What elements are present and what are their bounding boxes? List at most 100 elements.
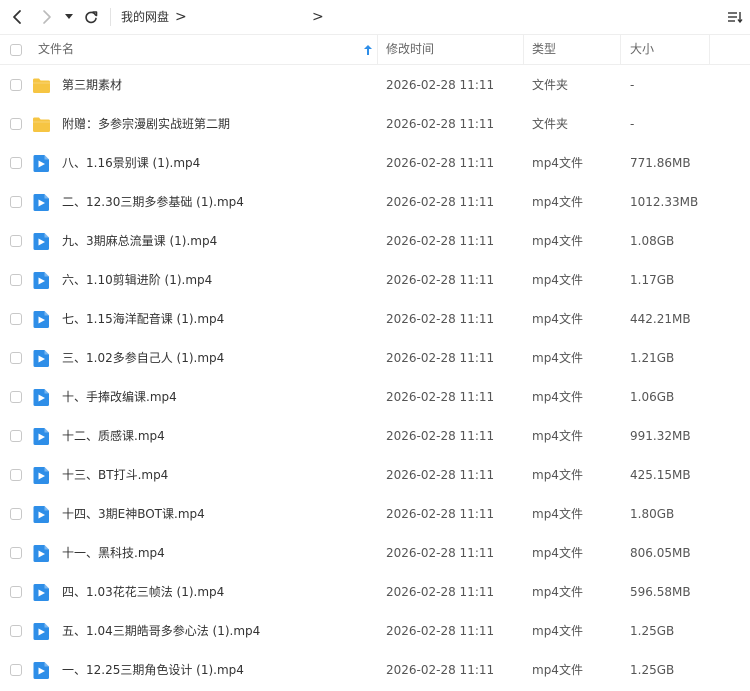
breadcrumb-expand-icon[interactable]: > <box>312 9 324 25</box>
row-checkbox[interactable] <box>10 157 22 169</box>
refresh-button[interactable] <box>80 6 102 28</box>
file-type: mp4文件 <box>532 468 583 482</box>
file-modified-time: 2026-02-28 11:11 <box>386 546 495 560</box>
file-name: 十二、质感课.mp4 <box>62 429 165 443</box>
column-header-modified[interactable]: 修改时间 <box>386 35 434 64</box>
row-checkbox[interactable] <box>10 508 22 520</box>
file-row[interactable]: 八、1.16景别课 (1).mp4 2026-02-28 11:11 mp4文件 77… <box>0 144 750 183</box>
row-checkbox[interactable] <box>10 196 22 208</box>
column-header-type[interactable]: 类型 <box>532 35 556 64</box>
row-checkbox[interactable] <box>10 469 22 481</box>
column-divider[interactable] <box>377 35 378 64</box>
toolbar-divider <box>110 8 111 26</box>
file-type: mp4文件 <box>532 507 583 521</box>
file-type: mp4文件 <box>532 429 583 443</box>
video-file-icon <box>32 661 51 680</box>
column-header-size[interactable]: 大小 <box>630 35 654 64</box>
video-file-icon <box>32 466 51 485</box>
file-modified-time: 2026-02-28 11:11 <box>386 390 495 404</box>
toolbar: 我的网盘 > > <box>0 0 750 34</box>
file-row[interactable]: 一、12.25三期角色设计 (1).mp4 2026-02-28 11:11 mp4… <box>0 651 750 690</box>
file-name: 四、1.03花花三帧法 (1).mp4 <box>62 585 225 599</box>
row-checkbox[interactable] <box>10 79 22 91</box>
file-size: 596.58MB <box>630 585 691 599</box>
file-modified-time: 2026-02-28 11:11 <box>386 663 495 677</box>
sort-ascending-icon[interactable] <box>363 44 373 56</box>
row-checkbox[interactable] <box>10 430 22 442</box>
chevron-right-icon <box>43 10 51 24</box>
file-row[interactable]: 附赠：多参宗漫剧实战班第二期 2026-02-28 11:11 文件夹 - <box>0 105 750 144</box>
file-size: 1.08GB <box>630 234 675 248</box>
file-row[interactable]: 四、1.03花花三帧法 (1).mp4 2026-02-28 11:11 mp4文件… <box>0 573 750 612</box>
breadcrumb-root[interactable]: 我的网盘 <box>121 8 169 26</box>
row-checkbox[interactable] <box>10 586 22 598</box>
file-list-header: 文件名 修改时间 类型 大小 <box>0 34 750 65</box>
file-type: mp4文件 <box>532 156 583 170</box>
row-checkbox[interactable] <box>10 235 22 247</box>
file-row[interactable]: 十一、黑科技.mp4 2026-02-28 11:11 mp4文件 806.05MB <box>0 534 750 573</box>
file-modified-time: 2026-02-28 11:11 <box>386 585 495 599</box>
back-button[interactable] <box>6 6 28 28</box>
file-row[interactable]: 三、1.02多参自己人 (1).mp4 2026-02-28 11:11 mp4文件… <box>0 339 750 378</box>
file-size: - <box>630 78 635 92</box>
file-row[interactable]: 第三期素材 2026-02-28 11:11 文件夹 - <box>0 66 750 105</box>
row-checkbox[interactable] <box>10 547 22 559</box>
file-type: mp4文件 <box>532 624 583 638</box>
video-file-icon <box>32 583 51 602</box>
file-name: 五、1.04三期皓哥多参心法 (1).mp4 <box>62 624 261 638</box>
folder-icon <box>32 76 51 95</box>
file-row[interactable]: 十二、质感课.mp4 2026-02-28 11:11 mp4文件 991.32MB <box>0 417 750 456</box>
file-type: mp4文件 <box>532 312 583 326</box>
file-row[interactable]: 六、1.10剪辑进阶 (1).mp4 2026-02-28 11:11 mp4文件 1… <box>0 261 750 300</box>
dropdown-caret-icon <box>65 14 73 19</box>
row-checkbox[interactable] <box>10 352 22 364</box>
file-name: 附赠：多参宗漫剧实战班第二期 <box>62 117 231 131</box>
file-type: 文件夹 <box>532 117 569 131</box>
column-divider[interactable] <box>620 35 621 64</box>
row-checkbox[interactable] <box>10 118 22 130</box>
breadcrumb-chevron-icon[interactable]: > <box>175 9 187 25</box>
video-file-icon <box>32 310 51 329</box>
file-row[interactable]: 二、12.30三期多参基础 (1).mp4 2026-02-28 11:11 mp4… <box>0 183 750 222</box>
file-name: 九、3期麻总流量课 (1).mp4 <box>62 234 218 248</box>
file-name: 十一、黑科技.mp4 <box>62 546 165 560</box>
video-file-icon <box>32 154 51 173</box>
row-checkbox[interactable] <box>10 391 22 403</box>
file-row[interactable]: 十三、BT打斗.mp4 2026-02-28 11:11 mp4文件 425.15MB <box>0 456 750 495</box>
file-modified-time: 2026-02-28 11:11 <box>386 156 495 170</box>
column-header-name[interactable]: 文件名 <box>38 35 74 64</box>
video-file-icon <box>32 271 51 290</box>
row-checkbox[interactable] <box>10 664 22 676</box>
file-name: 六、1.10剪辑进阶 (1).mp4 <box>62 273 213 287</box>
forward-button[interactable] <box>36 6 58 28</box>
file-size: 771.86MB <box>630 156 691 170</box>
file-row[interactable]: 七、1.15海洋配音课 (1).mp4 2026-02-28 11:11 mp4文件… <box>0 300 750 339</box>
file-row[interactable]: 十、手捧改编课.mp4 2026-02-28 11:11 mp4文件 1.06GB <box>0 378 750 417</box>
column-divider[interactable] <box>709 35 710 64</box>
file-modified-time: 2026-02-28 11:11 <box>386 234 495 248</box>
file-row[interactable]: 五、1.04三期皓哥多参心法 (1).mp4 2026-02-28 11:11 mp… <box>0 612 750 651</box>
row-checkbox[interactable] <box>10 274 22 286</box>
sort-view-button[interactable] <box>726 8 744 26</box>
history-dropdown-button[interactable] <box>62 6 76 28</box>
video-file-icon <box>32 544 51 563</box>
select-all-checkbox[interactable] <box>10 44 22 56</box>
file-name: 十四、3期E神BOT课.mp4 <box>62 507 205 521</box>
file-size: 1.17GB <box>630 273 675 287</box>
file-size: 1012.33MB <box>630 195 699 209</box>
column-divider[interactable] <box>523 35 524 64</box>
file-modified-time: 2026-02-28 11:11 <box>386 429 495 443</box>
file-row[interactable]: 九、3期麻总流量课 (1).mp4 2026-02-28 11:11 mp4文件 1.… <box>0 222 750 261</box>
file-type: mp4文件 <box>532 663 583 677</box>
file-row[interactable]: 十四、3期E神BOT课.mp4 2026-02-28 11:11 mp4文件 1.80… <box>0 495 750 534</box>
file-size: 991.32MB <box>630 429 691 443</box>
file-size: 425.15MB <box>630 468 691 482</box>
video-file-icon <box>32 232 51 251</box>
file-type: mp4文件 <box>532 273 583 287</box>
row-checkbox[interactable] <box>10 625 22 637</box>
row-checkbox[interactable] <box>10 313 22 325</box>
file-size: 1.80GB <box>630 507 675 521</box>
video-file-icon <box>32 349 51 368</box>
file-type: 文件夹 <box>532 78 569 92</box>
file-size: 1.21GB <box>630 351 675 365</box>
